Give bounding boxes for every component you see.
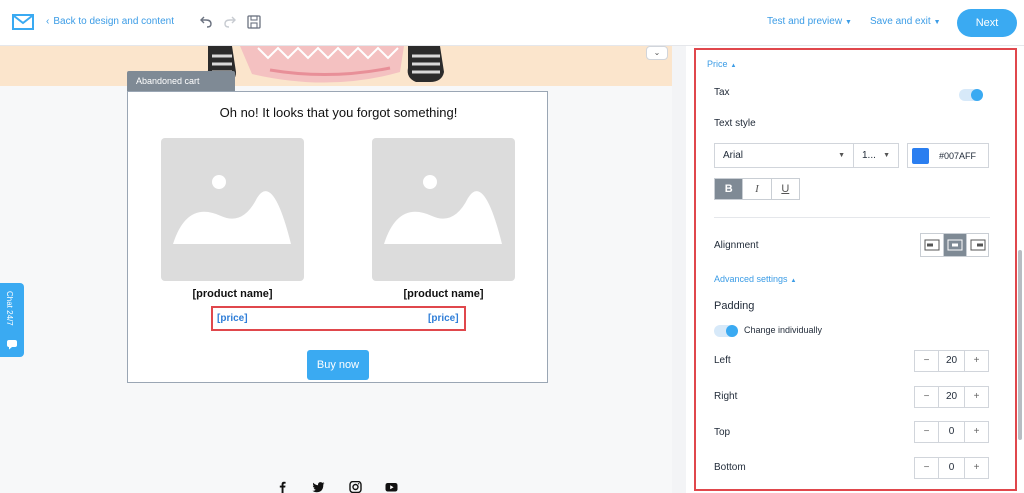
bold-button[interactable]: B bbox=[715, 179, 744, 199]
caret-up-icon: ▲ bbox=[730, 63, 737, 69]
padding-left-value[interactable]: 20 bbox=[938, 351, 965, 371]
padding-left-stepper: − 20 + bbox=[914, 350, 989, 372]
advanced-settings-label: Advanced settings bbox=[714, 274, 788, 284]
price-row-selected[interactable]: [price] [price] bbox=[211, 306, 466, 331]
alignment-label: Alignment bbox=[714, 240, 759, 251]
instagram-icon[interactable] bbox=[349, 481, 362, 493]
price-section-label: Price bbox=[707, 59, 728, 69]
chat-bubble-icon bbox=[7, 340, 17, 350]
decrement-button[interactable]: − bbox=[915, 458, 938, 478]
panel-scrollbar[interactable] bbox=[1018, 250, 1022, 440]
alignment-group bbox=[920, 233, 989, 257]
test-preview-menu[interactable]: Test and preview ▼ bbox=[767, 16, 852, 27]
padding-top-label: Top bbox=[714, 427, 731, 438]
social-icons bbox=[276, 481, 417, 493]
decrement-button[interactable]: − bbox=[915, 387, 938, 407]
back-to-design-link[interactable]: ‹ Back to design and content bbox=[46, 16, 174, 27]
padding-bottom-stepper: − 0 + bbox=[914, 457, 989, 479]
chevron-down-icon: ⌄ bbox=[653, 48, 661, 57]
caret-down-icon: ▼ bbox=[883, 152, 890, 159]
top-bar: ‹ Back to design and content Test and pre… bbox=[0, 0, 1024, 46]
logo-icon[interactable] bbox=[12, 14, 34, 30]
save-exit-label: Save and exit bbox=[870, 16, 931, 27]
price-section-toggle[interactable]: Price ▲ bbox=[707, 59, 736, 69]
increment-button[interactable]: + bbox=[965, 387, 988, 407]
padding-bottom-label: Bottom bbox=[714, 462, 746, 473]
underline-button[interactable]: U bbox=[772, 179, 799, 199]
align-right-button[interactable] bbox=[967, 234, 989, 256]
caret-up-icon: ▲ bbox=[790, 278, 797, 284]
color-swatch[interactable] bbox=[912, 148, 929, 164]
chevron-left-icon: ‹ bbox=[46, 16, 50, 27]
save-exit-menu[interactable]: Save and exit ▼ bbox=[870, 16, 941, 27]
twitter-icon[interactable] bbox=[312, 481, 325, 493]
padding-top-stepper: − 0 + bbox=[914, 421, 989, 443]
image-icon bbox=[384, 175, 502, 244]
padding-right-label: Right bbox=[714, 391, 738, 402]
font-size-value: 1... bbox=[862, 150, 876, 161]
test-preview-label: Test and preview bbox=[767, 16, 843, 27]
youtube-icon[interactable] bbox=[385, 481, 398, 493]
block-tag: Abandoned cart bbox=[127, 71, 235, 91]
product-image-placeholder[interactable] bbox=[372, 138, 515, 281]
padding-bottom-value[interactable]: 0 bbox=[938, 458, 965, 478]
header-image-band[interactable] bbox=[0, 46, 672, 86]
increment-button[interactable]: + bbox=[965, 351, 988, 371]
align-center-icon bbox=[947, 239, 963, 251]
product-image-placeholder[interactable] bbox=[161, 138, 304, 281]
text-format-group: B I U bbox=[714, 178, 800, 200]
italic-button[interactable]: I bbox=[743, 179, 772, 199]
abandoned-cart-block[interactable]: Oh no! It looks that you forgot somethin… bbox=[127, 91, 548, 383]
next-button[interactable]: Next bbox=[957, 9, 1017, 37]
product-name: [product name] bbox=[192, 288, 273, 300]
decrement-button[interactable]: − bbox=[915, 351, 938, 371]
text-style-label: Text style bbox=[714, 118, 756, 129]
tax-toggle[interactable] bbox=[959, 89, 983, 101]
facebook-icon[interactable] bbox=[276, 481, 289, 493]
caret-down-icon: ▼ bbox=[838, 152, 845, 159]
padding-right-value[interactable]: 20 bbox=[938, 387, 965, 407]
align-left-button[interactable] bbox=[921, 234, 944, 256]
increment-button[interactable]: + bbox=[965, 422, 988, 442]
change-individually-label: Change individually bbox=[744, 325, 823, 335]
product-name: [product name] bbox=[403, 288, 484, 300]
font-family-value: Arial bbox=[723, 150, 744, 161]
padding-label: Padding bbox=[714, 300, 755, 312]
back-link-label: Back to design and content bbox=[53, 16, 174, 27]
font-size-select[interactable]: 1... ▼ bbox=[854, 143, 899, 168]
save-icon[interactable] bbox=[246, 14, 262, 30]
chat-label: Chat 24/7 bbox=[5, 291, 14, 326]
redo-icon[interactable] bbox=[222, 14, 238, 30]
text-color-picker[interactable]: #007AFF bbox=[907, 143, 989, 168]
caret-down-icon: ▼ bbox=[933, 19, 941, 26]
increment-button[interactable]: + bbox=[965, 458, 988, 478]
undo-icon[interactable] bbox=[198, 14, 214, 30]
padding-top-value[interactable]: 0 bbox=[938, 422, 965, 442]
padding-left-label: Left bbox=[714, 355, 731, 366]
change-individually-toggle[interactable] bbox=[714, 325, 738, 337]
product-price: [price] bbox=[428, 313, 459, 324]
advanced-settings-toggle[interactable]: Advanced settings ▲ bbox=[714, 274, 797, 284]
canvas-scrollbar[interactable] bbox=[672, 46, 676, 493]
color-hex-value: #007AFF bbox=[939, 151, 977, 161]
divider bbox=[714, 217, 990, 218]
buy-now-button[interactable]: Buy now bbox=[307, 350, 369, 380]
collapse-header-button[interactable]: ⌄ bbox=[646, 46, 668, 60]
toggle-knob bbox=[726, 325, 738, 337]
tax-label: Tax bbox=[714, 87, 730, 98]
decrement-button[interactable]: − bbox=[915, 422, 938, 442]
image-icon bbox=[173, 175, 291, 244]
padding-right-stepper: − 20 + bbox=[914, 386, 989, 408]
chat-tab[interactable]: Chat 24/7 bbox=[0, 283, 24, 357]
align-left-icon bbox=[924, 239, 940, 251]
align-right-icon bbox=[970, 239, 986, 251]
email-title: Oh no! It looks that you forgot somethin… bbox=[219, 105, 458, 120]
toggle-knob bbox=[971, 89, 983, 101]
monster-illustration bbox=[207, 46, 444, 83]
product-price: [price] bbox=[217, 313, 248, 324]
email-canvas: ⌄ Abandoned cart Oh no! It looks that yo… bbox=[0, 46, 676, 493]
font-family-select[interactable]: Arial ▼ bbox=[714, 143, 854, 168]
caret-down-icon: ▼ bbox=[845, 19, 852, 26]
align-center-button[interactable] bbox=[944, 234, 967, 256]
